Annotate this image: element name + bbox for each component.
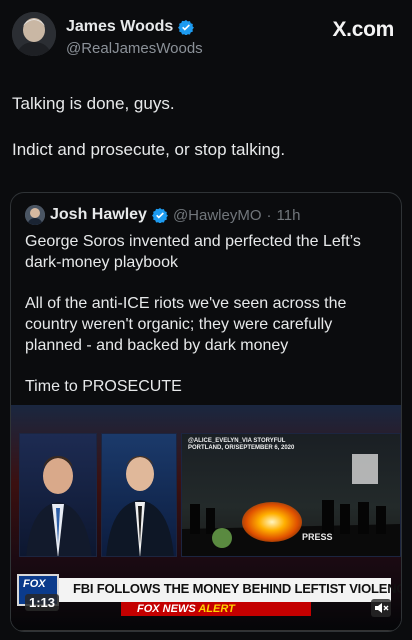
tweet-line: Indict and prosecute, or stop talking. [12, 140, 286, 159]
alert-brand: FOX NEWS [137, 603, 196, 615]
quoted-paragraph: Time to PROSECUTE [25, 378, 182, 395]
author-name[interactable]: James Woods [66, 18, 173, 36]
video-timestamp: 1:13 [25, 594, 60, 611]
alert-text: FOX NEWS ALERT [137, 603, 235, 615]
author-handle[interactable]: @RealJamesWoods [66, 40, 203, 57]
video-panel-guest [101, 433, 177, 557]
alert-bar: FOX NEWS ALERT [121, 602, 311, 616]
alert-word: ALERT [198, 603, 235, 615]
quoted-timestamp[interactable]: 11h [277, 207, 301, 224]
quoted-tweet[interactable]: Josh Hawley @HawleyMO · 11h George Soros… [10, 192, 402, 632]
video-player[interactable]: @ALICE_EVELYN_VIA STORYFUL PORTLAND, OR/… [11, 405, 401, 631]
news-lower-third: FBI FOLLOWS THE MONEY BEHIND LEFTIST VIO… [11, 570, 401, 617]
logo-text: FOX [23, 578, 46, 590]
tweet-header: James Woods @RealJamesWoods X.com [0, 0, 412, 80]
video-progress-bar[interactable] [11, 630, 401, 631]
mute-icon[interactable] [371, 599, 391, 617]
quoted-author-handle[interactable]: @HawleyMO [173, 207, 262, 224]
quoted-author-avatar[interactable] [25, 205, 45, 225]
headline-text: FBI FOLLOWS THE MONEY BEHIND LEFTIST VIO… [73, 581, 402, 596]
quoted-author-name[interactable]: Josh Hawley [50, 206, 147, 224]
fire-glow [242, 502, 302, 542]
quoted-paragraph: George Soros invented and perfected the … [25, 233, 361, 271]
video-panel-host [19, 433, 97, 557]
verified-badge-icon [152, 208, 168, 223]
press-label: PRESS [302, 532, 333, 542]
separator-dot: · [266, 206, 272, 224]
quoted-paragraph: All of the anti-ICE riots we've seen acr… [25, 295, 347, 354]
author-avatar[interactable] [12, 12, 56, 56]
headline-banner: FBI FOLLOWS THE MONEY BEHIND LEFTIST VIO… [51, 578, 401, 602]
quoted-body: George Soros invented and perfected the … [25, 231, 391, 417]
tweet-line: Talking is done, guys. [12, 94, 175, 113]
x-brand-logo: X.com [332, 18, 394, 41]
video-panel-footage: @ALICE_EVELYN_VIA STORYFUL PORTLAND, OR/… [181, 433, 401, 557]
verified-badge-icon [178, 20, 195, 35]
tweet-body: Talking is done, guys. Indict and prosec… [12, 92, 402, 184]
